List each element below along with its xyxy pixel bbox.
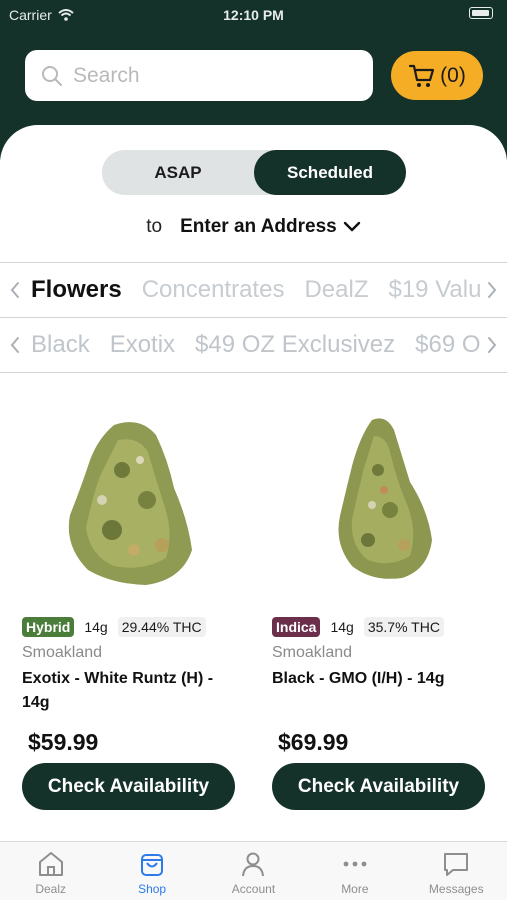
product-price: $59.99	[28, 729, 99, 755]
subcategory-tab-black[interactable]: Black	[31, 331, 90, 359]
cart-count: (0)	[440, 63, 466, 87]
tab-bar: Dealz Shop Account More Messages	[0, 841, 507, 900]
shopping-bag-icon	[141, 854, 164, 876]
chevron-right-icon[interactable]	[481, 318, 503, 372]
product-tags: Hybrid 14g 29.44% THC	[22, 617, 206, 637]
product-image	[338, 418, 432, 579]
battery-icon	[469, 7, 493, 19]
subcategory-tab-69[interactable]: $69 O	[415, 331, 480, 359]
chevron-right-icon[interactable]	[481, 263, 503, 317]
store-icon	[38, 852, 63, 876]
divider	[0, 372, 507, 373]
address-selector[interactable]: Enter an Address	[180, 216, 361, 238]
tab-label: More	[341, 882, 369, 896]
thc-badge: 35.7% THC	[363, 617, 444, 637]
tab-dealz[interactable]: Dealz	[0, 842, 101, 900]
cart-icon	[409, 64, 435, 87]
delivery-toggle[interactable]: ASAP Scheduled	[102, 150, 406, 195]
product-tags: Indica 14g 35.7% THC	[272, 617, 444, 637]
search-bar[interactable]	[25, 50, 373, 101]
subcategory-tabs: Black Exotix $49 OZ Exclusivez $69 O	[0, 318, 507, 372]
strain-type-badge: Hybrid	[22, 617, 75, 637]
strain-type-badge: Indica	[272, 617, 321, 637]
tab-label: Dealz	[35, 882, 67, 896]
thc-badge: 29.44% THC	[117, 617, 206, 637]
product-name[interactable]: Exotix - White Runtz (H) - 14g	[22, 667, 237, 715]
check-availability-button[interactable]: Check Availability	[22, 763, 235, 810]
product-price: $69.99	[278, 729, 349, 755]
person-icon	[242, 852, 265, 877]
message-icon	[444, 853, 469, 876]
tab-messages[interactable]: Messages	[406, 842, 507, 900]
category-tab-concentrates[interactable]: Concentrates	[142, 276, 285, 304]
address-row: to Enter an Address	[0, 216, 507, 238]
tab-shop[interactable]: Shop	[101, 842, 202, 900]
category-tab-dealz[interactable]: DealZ	[304, 276, 368, 304]
tab-label: Account	[231, 882, 276, 896]
tab-more[interactable]: More	[304, 842, 405, 900]
search-input[interactable]	[73, 63, 353, 88]
address-value: Enter an Address	[180, 216, 337, 237]
toggle-scheduled[interactable]: Scheduled	[254, 150, 406, 195]
category-tab-19-value[interactable]: $19 Valu	[388, 276, 481, 304]
more-dots-icon	[343, 861, 367, 867]
weight-badge: 14g	[330, 619, 354, 635]
product-brand: Smoakland	[272, 644, 353, 661]
status-bar: Carrier 12:10 PM	[0, 4, 507, 26]
weight-badge: 14g	[84, 619, 108, 635]
category-tabs: Flowers Concentrates DealZ $19 Valu	[0, 263, 507, 317]
tab-label: Messages	[428, 882, 484, 896]
tab-label: Shop	[138, 882, 167, 896]
chevron-down-icon	[343, 221, 360, 232]
toggle-asap[interactable]: ASAP	[102, 150, 254, 195]
search-icon	[42, 65, 62, 86]
status-time: 12:10 PM	[223, 7, 284, 23]
address-prefix: to	[146, 216, 163, 237]
category-tab-flowers[interactable]: Flowers	[31, 276, 122, 304]
subcategory-tab-exotix[interactable]: Exotix	[110, 331, 175, 359]
cart-button[interactable]: (0)	[391, 51, 483, 100]
tab-account[interactable]: Account	[203, 842, 304, 900]
chevron-left-icon[interactable]	[4, 318, 26, 372]
product-image	[68, 422, 192, 585]
product-brand: Smoakland	[22, 644, 103, 661]
chevron-left-icon[interactable]	[4, 263, 26, 317]
product-name[interactable]: Black - GMO (I/H) - 14g	[272, 667, 487, 691]
check-availability-button[interactable]: Check Availability	[272, 763, 485, 810]
subcategory-tab-49-oz[interactable]: $49 OZ Exclusivez	[195, 331, 395, 359]
